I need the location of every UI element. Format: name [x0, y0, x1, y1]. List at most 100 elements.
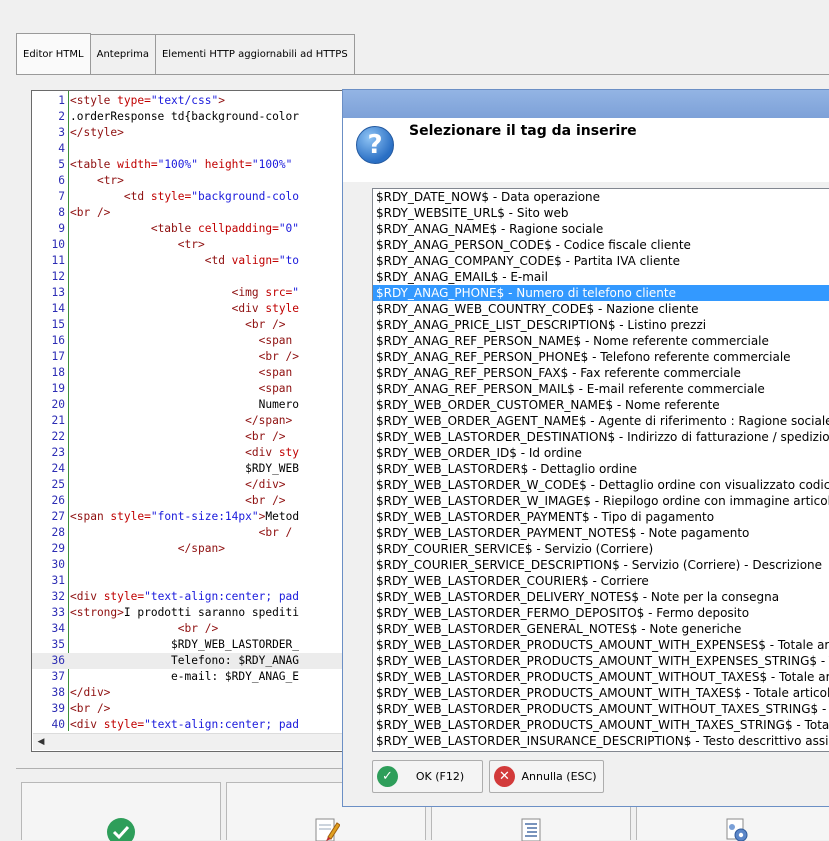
tag-list-item[interactable]: $RDY_WEB_LASTORDER_PRODUCTS_AMOUNT_WITH_… [373, 653, 829, 669]
code-line[interactable]: 18 <span [32, 365, 360, 381]
tag-list-item[interactable]: $RDY_WEB_LASTORDER_DELIVERY_NOTES$ - Not… [373, 589, 829, 605]
code-token: valign= [231, 254, 279, 267]
scroll-left-arrow-icon[interactable]: ◀ [33, 734, 49, 750]
code-line[interactable]: 23 <div sty [32, 445, 360, 461]
tag-list-item[interactable]: $RDY_WEB_LASTORDER_DESTINATION$ - Indiri… [373, 429, 829, 445]
code-text: <div style [70, 301, 299, 317]
tag-list-item[interactable]: $RDY_WEB_LASTORDER_W_CODE$ - Dettaglio o… [373, 477, 829, 493]
tag-listbox[interactable]: $RDY_DATE_NOW$ - Data operazione $RDY_WEB… [372, 188, 829, 752]
code-line[interactable]: 10 <tr> [32, 237, 360, 253]
confirm-button[interactable] [21, 782, 221, 841]
code-line[interactable]: 20 Numero [32, 397, 360, 413]
code-line[interactable]: 2 .orderResponse td{background-color [32, 109, 360, 125]
line-number: 31 [51, 574, 65, 587]
code-line[interactable]: 32 <div style="text-align:center; pad [32, 589, 360, 605]
tag-list-item[interactable]: $RDY_ANAG_PERSON_CODE$ - Codice fiscale … [373, 237, 829, 253]
code-line[interactable]: 35 $RDY_WEB_LASTORDER_ [32, 637, 360, 653]
code-line[interactable]: 19 <span [32, 381, 360, 397]
tag-list-item[interactable]: $RDY_WEB_LASTORDER$ - Dettaglio ordine [373, 461, 829, 477]
tag-list-item[interactable]: $RDY_WEB_ORDER_CUSTOMER_NAME$ - Nome ref… [373, 397, 829, 413]
code-line[interactable]: 24 $RDY_WEB [32, 461, 360, 477]
code-line[interactable]: 17 <br /> [32, 349, 360, 365]
horizontal-scrollbar[interactable]: ◀ [33, 733, 359, 750]
code-token: <br /> [245, 430, 286, 443]
tag-list-item[interactable]: $RDY_ANAG_REF_PERSON_NAME$ - Nome refere… [373, 333, 829, 349]
tag-list-item[interactable]: $RDY_WEB_LASTORDER_PAYMENT_NOTES$ - Note… [373, 525, 829, 541]
tag-list-item[interactable]: $RDY_ANAG_REF_PERSON_MAIL$ - E-mail refe… [373, 381, 829, 397]
tag-list-item[interactable]: $RDY_WEB_LASTORDER_PRODUCTS_AMOUNT_WITHO… [373, 701, 829, 717]
code-line[interactable]: 22 <br /> [32, 429, 360, 445]
code-line[interactable]: 16 <span [32, 333, 360, 349]
tag-list-item[interactable]: $RDY_ANAG_PRICE_LIST_DESCRIPTION$ - List… [373, 317, 829, 333]
code-line[interactable]: 21 </span> [32, 413, 360, 429]
tag-list-item[interactable]: $RDY_ANAG_WEB_COUNTRY_CODE$ - Nazione cl… [373, 301, 829, 317]
tag-list-item[interactable]: $RDY_WEB_LASTORDER_GENERAL_NOTES$ - Note… [373, 621, 829, 637]
code-line[interactable]: 1 <style type="text/css"> [32, 93, 360, 109]
code-line[interactable]: 15 <br /> [32, 317, 360, 333]
tag-list-item[interactable]: $RDY_WEB_LASTORDER_FERMO_DEPOSITO$ - Fer… [373, 605, 829, 621]
code-line[interactable]: 27 <span style="font-size:14px">Metod [32, 509, 360, 525]
code-text: .orderResponse td{background-color [70, 109, 299, 125]
code-token: <img [231, 286, 266, 299]
tab-editor-html[interactable]: Editor HTML [16, 33, 91, 75]
code-line[interactable]: 39 <br /> [32, 701, 360, 717]
code-token: style= [110, 510, 151, 523]
tag-list-item[interactable]: $RDY_WEB_LASTORDER_PRODUCTS_AMOUNT_WITH_… [373, 637, 829, 653]
cancel-button[interactable]: ✕ Annulla (ESC) [489, 760, 604, 793]
code-line[interactable]: 5 <table width="100%" height="100%" [32, 157, 360, 173]
tag-list-item[interactable]: $RDY_WEB_LASTORDER_INSURANCE_DESCRIPTION… [373, 733, 829, 749]
code-text: $RDY_WEB_LASTORDER_ [70, 637, 299, 653]
tag-list-item[interactable]: $RDY_WEB_LASTORDER_COURIER$ - Corriere [373, 573, 829, 589]
code-line[interactable]: 28 <br / [32, 525, 360, 541]
code-line[interactable]: 7 <td style="background-colo [32, 189, 360, 205]
tag-list-item[interactable]: $RDY_ANAG_NAME$ - Ragione sociale [373, 221, 829, 237]
tab-https-elements[interactable]: Elementi HTTP aggiornabili ad HTTPS [154, 34, 355, 74]
html-code-editor[interactable]: 1 <style type="text/css"> 2 .orderResponse … [31, 90, 361, 752]
line-number: 29 [51, 542, 65, 555]
code-line[interactable]: 25 </div> [32, 477, 360, 493]
tag-list-item[interactable]: $RDY_WEB_LASTORDER_PRODUCTS_AMOUNT_WITH_… [373, 685, 829, 701]
code-line[interactable]: 12 [32, 269, 360, 285]
tag-list-item[interactable]: $RDY_WEB_LASTORDER_W_IMAGE$ - Riepilogo … [373, 493, 829, 509]
code-line[interactable]: 38 </div> [32, 685, 360, 701]
code-line[interactable]: 36 Telefono: $RDY_ANAG [32, 653, 360, 669]
code-line[interactable]: 37 e-mail: $RDY_ANAG_E [32, 669, 360, 685]
ok-button[interactable]: ✓ OK (F12) [372, 760, 483, 793]
tag-list-item[interactable]: $RDY_WEB_ORDER_AGENT_NAME$ - Agente di r… [373, 413, 829, 429]
tag-list-item[interactable]: $RDY_WEB_LASTORDER_PAYMENT$ - Tipo di pa… [373, 509, 829, 525]
code-line[interactable]: 11 <td valign="to [32, 253, 360, 269]
code-line[interactable]: 6 <tr> [32, 173, 360, 189]
code-line[interactable]: 3 </style> [32, 125, 360, 141]
tag-list-item[interactable]: $RDY_ANAG_REF_PERSON_FAX$ - Fax referent… [373, 365, 829, 381]
code-line[interactable]: 13 <img src=" [32, 285, 360, 301]
code-line[interactable]: 26 <br /> [32, 493, 360, 509]
tag-list-item[interactable]: $RDY_ANAG_COMPANY_CODE$ - Partita IVA cl… [373, 253, 829, 269]
tag-list-item[interactable]: $RDY_WEBSITE_URL$ - Sito web [373, 205, 829, 221]
code-line[interactable]: 34 <br /> [32, 621, 360, 637]
tag-list-item[interactable]: $RDY_WEB_LASTORDER_PRODUCTS_AMOUNT_WITH_… [373, 717, 829, 733]
code-line[interactable]: 31 [32, 573, 360, 589]
code-line[interactable]: 8 <br /> [32, 205, 360, 221]
tag-list-item[interactable]: $RDY_COURIER_SERVICE_DESCRIPTION$ - Serv… [373, 557, 829, 573]
tag-list-item[interactable]: $RDY_ANAG_REF_PERSON_PHONE$ - Telefono r… [373, 349, 829, 365]
code-token: "text-align:center; pad [144, 718, 300, 731]
tag-list-item[interactable]: $RDY_WEB_LASTORDER_PRODUCTS_AMOUNT_WITHO… [373, 669, 829, 685]
code-line[interactable]: 9 <table cellpadding="0" [32, 221, 360, 237]
code-line[interactable]: 30 [32, 557, 360, 573]
code-line[interactable]: 4 [32, 141, 360, 157]
tab-anteprima[interactable]: Anteprima [89, 34, 156, 74]
code-line[interactable]: 29 </span> [32, 541, 360, 557]
code-line[interactable]: 40 <div style="text-align:center; pad [32, 717, 360, 733]
dialog-title-bar[interactable] [343, 90, 829, 118]
line-number: 6 [58, 174, 65, 187]
tag-list-item[interactable]: $RDY_ANAG_PHONE$ - Numero di telefono cl… [373, 285, 829, 301]
tag-list-item[interactable]: $RDY_COURIER_SERVICE$ - Servizio (Corrie… [373, 541, 829, 557]
tag-list-item[interactable]: $RDY_ANAG_EMAIL$ - E-mail [373, 269, 829, 285]
code-line[interactable]: 33 <strong>I prodotti saranno spediti [32, 605, 360, 621]
tag-list-item[interactable]: $RDY_WEB_ORDER_ID$ - Id ordine [373, 445, 829, 461]
tag-list-item[interactable]: $RDY_DATE_NOW$ - Data operazione [373, 189, 829, 205]
code-line[interactable]: 14 <div style [32, 301, 360, 317]
